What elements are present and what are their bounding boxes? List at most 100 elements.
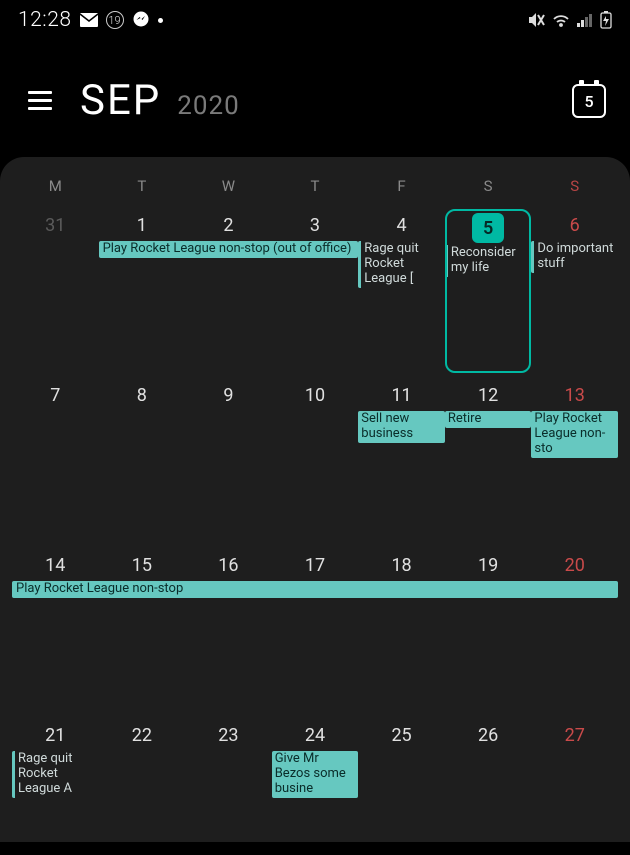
day-number: 6 <box>531 211 618 240</box>
week-row: 21Rage quit Rocket League A222324Give Mr… <box>12 719 618 819</box>
weekday-header: S <box>445 177 532 195</box>
status-bar: 12:28 19 <box>0 0 630 40</box>
weekday-header: T <box>99 177 186 195</box>
day-number: 4 <box>358 211 445 240</box>
day-cell[interactable]: 4Rage quit Rocket League [ <box>358 209 445 379</box>
calendar-event-multiday[interactable]: Play Rocket League non-stop (out of offi… <box>99 241 359 258</box>
week-row: 311234Rage quit Rocket League [5Reconsid… <box>12 209 618 379</box>
week-row: 7891011Sell new business12Retire13Play R… <box>12 379 618 549</box>
day-cell[interactable]: 26 <box>445 719 532 819</box>
app-header: SEP 2020 5 <box>0 40 630 151</box>
day-number: 19 <box>445 551 532 580</box>
day-cell[interactable]: 18 <box>358 549 445 719</box>
day-cell[interactable]: 22 <box>99 719 186 819</box>
day-cell[interactable]: 15 <box>99 549 186 719</box>
day-number: 12 <box>445 381 532 410</box>
day-number: 26 <box>445 721 532 750</box>
day-cell[interactable]: 8 <box>99 379 186 549</box>
day-cell[interactable]: 24Give Mr Bezos some busine <box>272 719 359 819</box>
day-number: 20 <box>531 551 618 580</box>
day-cell[interactable]: 14 <box>12 549 99 719</box>
day-number: 8 <box>99 381 186 410</box>
day-number: 10 <box>272 381 359 410</box>
calendar-grid[interactable]: MTWTFSS 311234Rage quit Rocket League [5… <box>0 157 630 842</box>
calendar-event[interactable]: Retire <box>445 411 532 428</box>
day-number: 18 <box>358 551 445 580</box>
day-cell[interactable]: 10 <box>272 379 359 549</box>
day-cell[interactable]: 16 <box>185 549 272 719</box>
day-number: 5 <box>472 213 504 243</box>
weeks-container: 311234Rage quit Rocket League [5Reconsid… <box>12 209 618 819</box>
weekday-header: F <box>358 177 445 195</box>
app-header-left: SEP 2020 <box>24 76 240 125</box>
today-day-number: 5 <box>584 92 593 111</box>
month-picker[interactable]: SEP 2020 <box>80 76 240 125</box>
more-notifications-dot <box>158 18 163 23</box>
day-number: 16 <box>185 551 272 580</box>
day-cell[interactable]: 25 <box>358 719 445 819</box>
day-number: 27 <box>531 721 618 750</box>
day-number: 1 <box>99 211 186 240</box>
weekday-headers: MTWTFSS <box>12 177 618 195</box>
day-number: 9 <box>185 381 272 410</box>
month-year: 2020 <box>177 91 239 121</box>
calendar-event[interactable]: Sell new business <box>358 411 445 443</box>
day-cell[interactable]: 9 <box>185 379 272 549</box>
battery-icon <box>600 11 612 29</box>
day-number: 7 <box>12 381 99 410</box>
status-right <box>527 11 612 29</box>
day-cell[interactable]: 5Reconsider my life <box>445 209 532 379</box>
day-number: 11 <box>358 381 445 410</box>
day-cell[interactable]: 23 <box>185 719 272 819</box>
messenger-icon <box>132 11 150 29</box>
gmail-icon <box>80 13 98 27</box>
day-cell[interactable]: 21Rage quit Rocket League A <box>12 719 99 819</box>
day-number: 31 <box>12 211 99 240</box>
day-cell[interactable]: 7 <box>12 379 99 549</box>
mute-icon <box>527 12 545 28</box>
day-number: 17 <box>272 551 359 580</box>
day-number: 15 <box>99 551 186 580</box>
status-left: 12:28 19 <box>18 8 163 32</box>
day-cell[interactable]: 31 <box>12 209 99 379</box>
day-number: 14 <box>12 551 99 580</box>
day-number: 2 <box>185 211 272 240</box>
day-number: 23 <box>185 721 272 750</box>
weekday-header: T <box>272 177 359 195</box>
calendar-event[interactable]: Rage quit Rocket League [ <box>358 241 445 288</box>
day-cell[interactable]: 13Play Rocket League non-sto <box>531 379 618 549</box>
day-cell[interactable]: 27 <box>531 719 618 819</box>
jump-to-today-button[interactable]: 5 <box>572 84 606 118</box>
day-number: 25 <box>358 721 445 750</box>
calendar-event[interactable]: Give Mr Bezos some busine <box>272 751 359 798</box>
day-cell[interactable]: 20 <box>531 549 618 719</box>
week-row: 14151617181920Play Rocket League non-sto… <box>12 549 618 719</box>
day-cell[interactable]: 19 <box>445 549 532 719</box>
day-cell[interactable]: 3 <box>272 209 359 379</box>
calendar-event[interactable]: Reconsider my life <box>445 245 532 277</box>
calendar-event[interactable]: Do important stuff <box>531 241 618 273</box>
month-name: SEP <box>80 76 161 125</box>
day-number: 22 <box>99 721 186 750</box>
day-number: 21 <box>12 721 99 750</box>
day-cell[interactable]: 11Sell new business <box>358 379 445 549</box>
day-number: 13 <box>531 381 618 410</box>
notification-count: 19 <box>106 11 124 29</box>
calendar-event[interactable]: Rage quit Rocket League A <box>12 751 99 798</box>
status-time: 12:28 <box>18 8 72 32</box>
calendar-event[interactable]: Play Rocket League non-sto <box>531 411 618 458</box>
day-cell[interactable]: 12Retire <box>445 379 532 549</box>
day-cell[interactable]: 6Do important stuff <box>531 209 618 379</box>
day-cell[interactable]: 2 <box>185 209 272 379</box>
weekday-header: W <box>185 177 272 195</box>
calendar-event-multiday[interactable]: Play Rocket League non-stop <box>12 581 618 598</box>
menu-button[interactable] <box>24 87 56 114</box>
day-number: 24 <box>272 721 359 750</box>
day-number: 3 <box>272 211 359 240</box>
wifi-icon <box>552 13 570 27</box>
day-cell[interactable]: 1 <box>99 209 186 379</box>
weekday-header: M <box>12 177 99 195</box>
weekday-header: S <box>531 177 618 195</box>
signal-icon <box>577 13 593 27</box>
day-cell[interactable]: 17 <box>272 549 359 719</box>
